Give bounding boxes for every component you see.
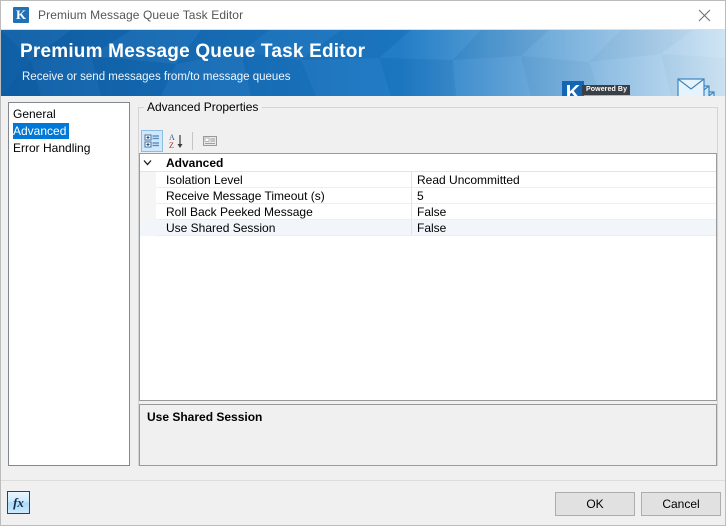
window-title: Premium Message Queue Task Editor — [38, 8, 244, 22]
banner-subtitle: Receive or send messages from/to message… — [22, 71, 291, 83]
row-gutter — [140, 188, 156, 204]
property-row-isolation-level[interactable]: Isolation Level Read Uncommitted — [140, 172, 716, 188]
close-icon[interactable] — [682, 1, 725, 29]
toolbar-separator — [192, 132, 193, 150]
property-pages-icon[interactable] — [199, 130, 221, 152]
kingswaysoft-logo: Powered By KingswaySoft — [562, 78, 685, 96]
property-category-row[interactable]: Advanced — [140, 154, 716, 172]
sidebar-item-label: Advanced — [13, 123, 70, 139]
property-value[interactable]: False — [412, 204, 716, 220]
sidebar-item-label: General — [13, 107, 56, 121]
property-value[interactable]: Read Uncommitted — [412, 172, 716, 188]
property-row-receive-message-timeout[interactable]: Receive Message Timeout (s) 5 — [140, 188, 716, 204]
logo-powered-by-label: Powered By — [582, 85, 631, 95]
svg-text:Z: Z — [169, 141, 174, 149]
row-gutter — [140, 172, 156, 188]
sidebar-item-advanced[interactable]: Advanced — [9, 122, 129, 140]
header-banner: Premium Message Queue Task Editor Receiv… — [1, 30, 725, 96]
property-row-use-shared-session[interactable]: Use Shared Session False — [140, 220, 716, 236]
property-name: Roll Back Peeked Message — [156, 204, 412, 220]
message-envelopes-icon — [677, 78, 715, 96]
property-value[interactable]: False — [412, 220, 716, 236]
categorized-view-icon[interactable] — [141, 130, 163, 152]
logo-k-icon — [562, 81, 584, 96]
property-name: Receive Message Timeout (s) — [156, 188, 412, 204]
chevron-down-icon — [143, 160, 152, 166]
expression-fx-button[interactable]: fx — [7, 491, 30, 514]
title-bar: Premium Message Queue Task Editor — [1, 1, 725, 30]
property-description-pane: Use Shared Session — [139, 404, 717, 466]
description-title: Use Shared Session — [147, 410, 263, 424]
page-list[interactable]: General Advanced Error Handling — [8, 102, 130, 466]
fx-icon: fx — [13, 495, 24, 510]
cancel-button[interactable]: Cancel — [641, 492, 721, 516]
kingswaysoft-k-icon — [13, 6, 29, 23]
property-row-roll-back-peeked-message[interactable]: Roll Back Peeked Message False — [140, 204, 716, 220]
row-gutter — [140, 220, 156, 236]
property-grid-toolbar: A Z — [139, 129, 717, 153]
sidebar-item-general[interactable]: General — [9, 106, 129, 122]
property-name: Isolation Level — [156, 172, 412, 188]
advanced-properties-label: Advanced Properties — [144, 100, 263, 114]
category-label: Advanced — [166, 156, 224, 170]
dialog-footer: fx OK Cancel — [1, 480, 725, 525]
property-name: Use Shared Session — [156, 220, 412, 236]
banner-title: Premium Message Queue Task Editor — [20, 41, 366, 62]
sidebar-item-error-handling[interactable]: Error Handling — [9, 140, 129, 156]
row-gutter — [140, 204, 156, 220]
property-grid[interactable]: Advanced Isolation Level Read Uncommitte… — [139, 153, 717, 401]
property-value[interactable]: 5 — [412, 188, 716, 204]
category-value-blank — [223, 154, 716, 172]
sidebar-item-label: Error Handling — [13, 141, 91, 155]
category-expander[interactable] — [140, 154, 156, 172]
row-separator — [156, 235, 716, 236]
ok-button[interactable]: OK — [555, 492, 635, 516]
alphabetical-sort-icon[interactable]: A Z — [165, 130, 187, 152]
premium-message-queue-task-editor-window: Premium Message Queue Task Editor — [0, 0, 726, 526]
